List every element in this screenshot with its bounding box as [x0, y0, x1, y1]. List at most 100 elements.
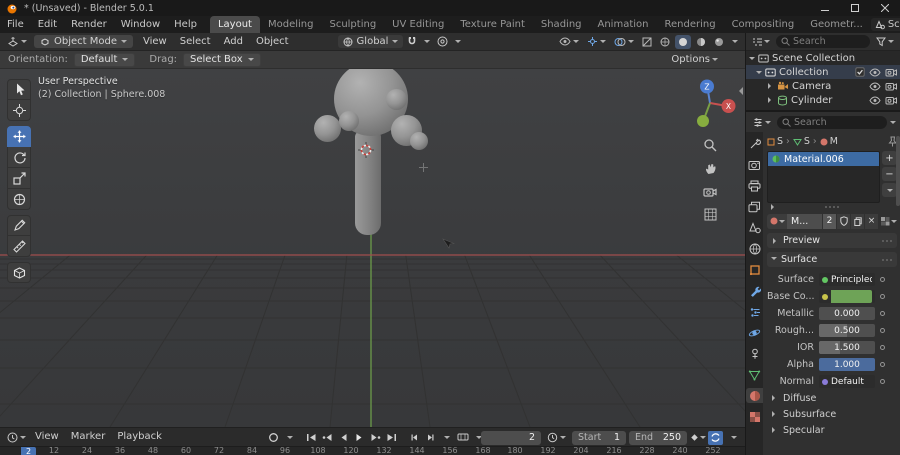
gizmos-dropdown[interactable]: [584, 34, 609, 49]
expand-arrow-icon[interactable]: [768, 97, 774, 103]
eye-icon[interactable]: [869, 81, 881, 91]
auto-keying-toggle[interactable]: [266, 430, 281, 444]
tab-sculpting[interactable]: Sculpting: [321, 16, 384, 33]
tool-transform[interactable]: [7, 189, 31, 210]
base-color-swatch[interactable]: [831, 290, 872, 303]
frame-dropdown[interactable]: [439, 430, 454, 444]
tool-rotate[interactable]: [7, 147, 31, 168]
new-material-button[interactable]: [850, 213, 864, 229]
next-frame-button[interactable]: [423, 430, 438, 444]
tab-particles[interactable]: [746, 304, 763, 319]
tab-scene[interactable]: [746, 220, 763, 235]
play-reverse-button[interactable]: [336, 430, 351, 444]
eye-icon[interactable]: [869, 67, 881, 77]
remove-slot-button[interactable]: −: [882, 167, 897, 181]
menu-help[interactable]: Help: [167, 16, 204, 33]
unlink-material-button[interactable]: ×: [864, 213, 878, 229]
outliner-row-collection[interactable]: Collection: [746, 65, 900, 79]
mesh-sphere-small-2[interactable]: [339, 111, 359, 131]
object-visibility-dropdown[interactable]: [556, 35, 582, 48]
keyframe-dot[interactable]: [880, 328, 885, 333]
next-keyframe-button[interactable]: [368, 430, 383, 444]
mesh-sphere-small-5[interactable]: [410, 132, 428, 150]
material-users-button[interactable]: 2: [822, 213, 836, 229]
alpha-slider[interactable]: 1.000: [819, 358, 875, 371]
shading-material-preview[interactable]: [693, 35, 709, 49]
expand-arrow-icon[interactable]: [771, 204, 777, 210]
outliner-row-camera[interactable]: Camera: [746, 79, 900, 93]
add-slot-button[interactable]: +: [882, 151, 897, 165]
gizmo-y-axis[interactable]: [697, 115, 709, 127]
slot-list-resize[interactable]: [767, 203, 897, 211]
perspective-toggle-button[interactable]: [701, 205, 719, 223]
tab-animation[interactable]: Animation: [590, 16, 657, 33]
sidebar-collapse-arrow[interactable]: [735, 87, 743, 95]
timeline-menu-view[interactable]: View: [29, 428, 65, 446]
diffuse-subpanel[interactable]: Diffuse: [767, 390, 897, 406]
menu-add[interactable]: Add: [218, 33, 249, 51]
prev-keyframe-button[interactable]: [320, 430, 335, 444]
timeline-editor-type-button[interactable]: [4, 430, 29, 445]
keyframe-dot[interactable]: [880, 277, 885, 282]
jump-to-end-button[interactable]: [384, 430, 399, 444]
keyframe-dot[interactable]: [880, 345, 885, 350]
shading-dropdown[interactable]: [729, 35, 741, 48]
tab-render[interactable]: [746, 157, 763, 172]
orientation-gizmo[interactable]: Z X: [683, 77, 737, 131]
material-specials-button[interactable]: [881, 216, 897, 226]
outliner-search-input[interactable]: Search: [776, 35, 870, 48]
material-slot-list[interactable]: Material.006: [767, 151, 880, 203]
close-button[interactable]: [870, 0, 900, 16]
properties-scrollbar[interactable]: [896, 136, 900, 206]
eye-icon[interactable]: [869, 95, 881, 105]
keyframe-dot[interactable]: [880, 294, 885, 299]
jump-to-start-button[interactable]: [304, 430, 319, 444]
frame-start-field[interactable]: Start 1: [572, 430, 626, 445]
timeline-menu-marker[interactable]: Marker: [65, 428, 112, 446]
snap-toggle[interactable]: [404, 34, 420, 49]
tool-cursor[interactable]: [7, 100, 31, 121]
prev-frame-button[interactable]: [407, 430, 422, 444]
breadcrumb-object[interactable]: S: [767, 136, 783, 147]
transform-orientation-selector[interactable]: Global: [337, 35, 404, 48]
camera-view-button[interactable]: [701, 182, 719, 200]
tab-world[interactable]: [746, 241, 763, 256]
tab-uv-editing[interactable]: UV Editing: [384, 16, 452, 33]
preview-range-toggle[interactable]: [455, 430, 470, 444]
breadcrumb-material[interactable]: M: [820, 136, 838, 147]
ior-slider[interactable]: 1.500: [819, 341, 875, 354]
base-color-widget[interactable]: [819, 290, 875, 303]
tab-constraints[interactable]: [746, 346, 763, 361]
fake-user-button[interactable]: [836, 213, 850, 229]
zoom-button[interactable]: [701, 136, 719, 154]
menu-view[interactable]: View: [137, 33, 173, 51]
menu-file[interactable]: File: [0, 16, 31, 33]
scene-selector[interactable]: Scene: [870, 18, 900, 31]
camera-visibility-icon[interactable]: [885, 68, 897, 77]
proportional-falloff[interactable]: [452, 35, 464, 48]
frame-end-field[interactable]: End 250: [629, 430, 687, 445]
normal-dropdown[interactable]: Default: [819, 375, 875, 388]
playhead[interactable]: 2: [21, 447, 36, 455]
tool-annotate[interactable]: [7, 215, 31, 236]
shading-wireframe[interactable]: [657, 35, 673, 49]
material-name-field[interactable]: M...: [787, 213, 822, 229]
editor-type-button[interactable]: [4, 34, 30, 49]
mode-selector[interactable]: Object Mode: [34, 35, 133, 48]
options-dropdown[interactable]: Options: [668, 52, 721, 67]
shading-rendered[interactable]: [711, 35, 727, 49]
keying-popover[interactable]: [690, 431, 706, 445]
tab-tool[interactable]: [746, 136, 763, 151]
tab-object[interactable]: [746, 262, 763, 277]
tab-object-data[interactable]: [746, 367, 763, 382]
drag-dropdown[interactable]: Select Box: [183, 52, 261, 67]
proportional-editing-toggle[interactable]: [434, 34, 451, 49]
expand-arrow-icon[interactable]: [756, 70, 762, 77]
tab-texture-paint[interactable]: Texture Paint: [452, 16, 533, 33]
tab-modifiers[interactable]: [746, 283, 763, 298]
tab-modeling[interactable]: Modeling: [260, 16, 322, 33]
pan-button[interactable]: [701, 159, 719, 177]
snap-settings[interactable]: [421, 35, 433, 48]
maximize-button[interactable]: [840, 0, 870, 16]
mesh-sphere-small-3[interactable]: [386, 89, 407, 110]
